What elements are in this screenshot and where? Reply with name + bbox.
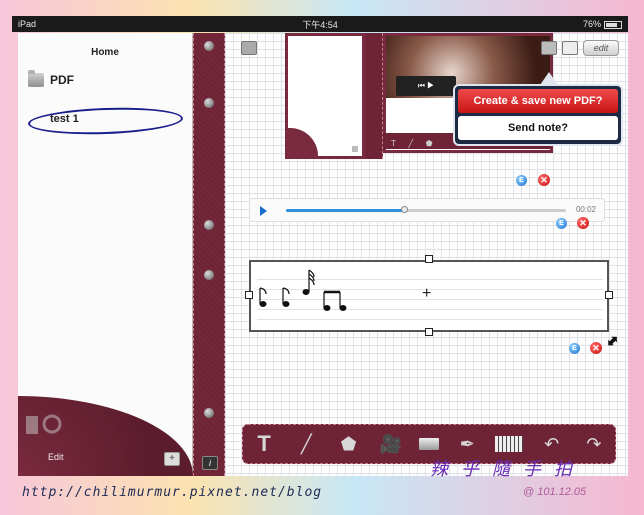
add-note-button[interactable]: + xyxy=(164,452,180,466)
pen-icon: ╱ xyxy=(408,139,414,148)
folder-icon xyxy=(28,70,44,87)
resize-handle[interactable] xyxy=(245,291,253,299)
video-controls-icon[interactable]: ⏮ ▶ xyxy=(396,76,456,96)
image-tool-icon[interactable] xyxy=(418,438,439,450)
rivet-icon xyxy=(204,220,214,230)
redo-icon[interactable]: ↷ xyxy=(580,434,608,455)
info-button[interactable]: i xyxy=(202,456,218,470)
create-pdf-button[interactable]: Create & save new PDF? xyxy=(458,89,618,113)
battery-percent: 76% xyxy=(582,19,601,29)
undo-icon[interactable]: ↶ xyxy=(538,434,566,455)
export-popup: Create & save new PDF? Send note? xyxy=(453,84,623,146)
brush-tool-icon[interactable]: ✒ xyxy=(453,434,481,455)
battery-icon xyxy=(604,20,622,29)
sidebar-item-test-1[interactable]: test 1 xyxy=(27,105,184,137)
leather-spine: i xyxy=(193,33,225,476)
watermark-signature: 辣 乎 隨 手 拍 xyxy=(430,459,577,479)
resize-handle[interactable] xyxy=(425,328,433,336)
rivet-icon xyxy=(204,270,214,280)
sidebar-item-label: PDF xyxy=(50,73,74,87)
rivet-icon xyxy=(204,408,214,418)
move-crosshair-icon[interactable]: + xyxy=(422,285,431,303)
delete-item-icon[interactable]: ✕ xyxy=(577,217,589,229)
thumbnail-add-icon xyxy=(352,146,358,152)
edit-item-icon[interactable]: E xyxy=(569,343,580,354)
audio-progress-track[interactable] xyxy=(286,206,566,213)
play-icon[interactable] xyxy=(260,206,267,216)
audio-scrubber[interactable] xyxy=(400,206,408,213)
resize-handle[interactable] xyxy=(605,291,613,299)
audio-player: 00:02 xyxy=(249,198,605,222)
sidebar-item-pdf[interactable]: PDF xyxy=(28,70,74,87)
music-tool-icon[interactable] xyxy=(495,436,524,452)
sidebar: Home PDF test 1 Edit + xyxy=(18,33,193,476)
sidebar-edit-button[interactable]: Edit xyxy=(48,452,64,462)
decorative-icon xyxy=(26,414,62,434)
note-settings-icon[interactable] xyxy=(562,41,578,55)
edit-button[interactable]: edit xyxy=(583,40,619,56)
pdf-export-icon[interactable] xyxy=(541,41,557,55)
resize-handle[interactable] xyxy=(425,255,433,263)
page-thumbnail[interactable] xyxy=(285,33,365,159)
audio-progress-fill xyxy=(286,209,404,212)
video-tool-icon[interactable]: 🎥 xyxy=(377,434,405,455)
send-note-button[interactable]: Send note? xyxy=(458,116,618,140)
device-label: iPad xyxy=(18,19,37,29)
text-tool-icon[interactable]: T xyxy=(250,431,278,457)
text-icon: T xyxy=(391,139,396,148)
sidebar-item-label: test 1 xyxy=(50,113,79,125)
delete-item-icon[interactable]: ✕ xyxy=(538,174,550,186)
thumbnail-spine xyxy=(365,33,383,159)
shape-tool-icon[interactable]: ⬟ xyxy=(335,434,363,455)
thumbnail-corner xyxy=(288,128,318,156)
grid-icon[interactable] xyxy=(241,41,257,55)
watermark-date: @ 101.12.05 xyxy=(523,486,587,498)
music-notes-icon xyxy=(259,269,347,311)
pen-tool-icon[interactable]: ╱ xyxy=(292,434,320,455)
clock-label: 下午4:54 xyxy=(302,19,338,30)
delete-item-icon[interactable]: ✕ xyxy=(590,342,602,354)
watermark-url: http://chilimurmur.pixnet.net/blog xyxy=(22,485,323,500)
edit-item-icon[interactable]: E xyxy=(516,175,527,186)
rivet-icon xyxy=(204,41,214,51)
shape-icon: ⬟ xyxy=(425,139,433,148)
audio-time: 00:02 xyxy=(575,205,596,214)
edit-item-icon[interactable]: E xyxy=(556,218,567,229)
battery-indicator: 76% xyxy=(583,19,622,29)
status-bar: iPad 下午4:54 76% xyxy=(12,16,628,32)
rivet-icon xyxy=(204,98,214,108)
sidebar-title: Home xyxy=(91,47,119,58)
